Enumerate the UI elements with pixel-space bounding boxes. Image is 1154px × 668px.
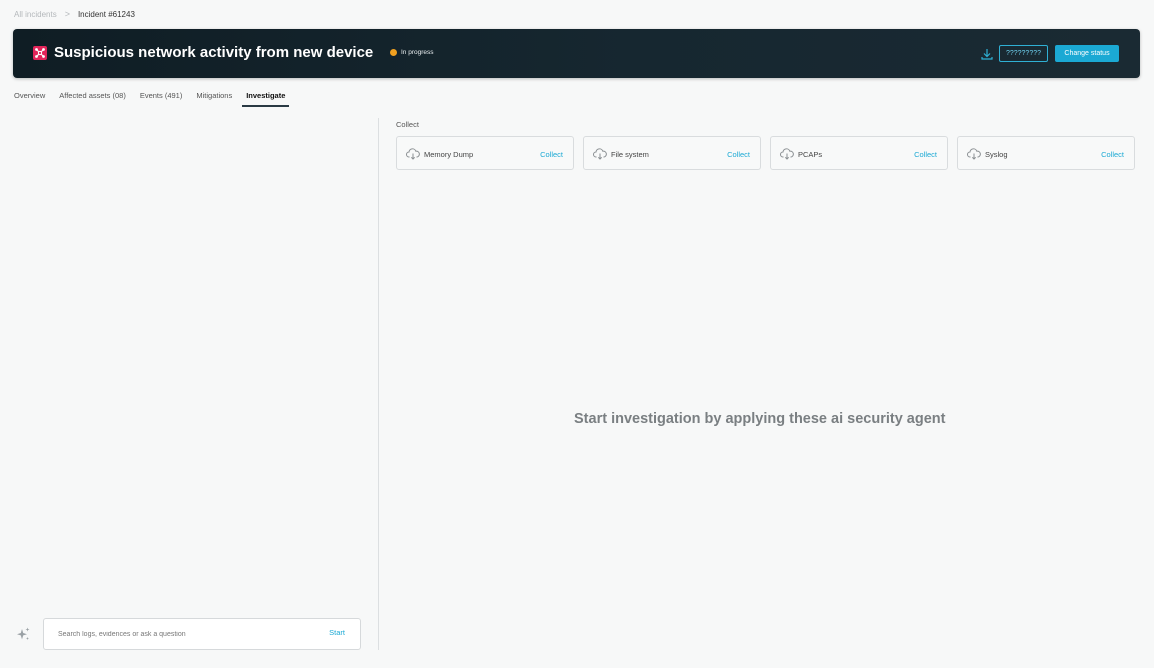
collect-item-label: Syslog <box>985 150 1008 159</box>
tab-investigate[interactable]: Investigate <box>242 91 290 107</box>
breadcrumb: All incidents > Incident #61243 <box>14 9 135 19</box>
collect-section-label: Collect <box>396 120 419 129</box>
tab-events[interactable]: Events (491) <box>140 91 183 107</box>
search-box: Start <box>43 618 361 650</box>
collect-cards: Memory Dump Collect File system Collect … <box>396 136 1135 170</box>
collect-card-file-system: File system Collect <box>583 136 761 170</box>
breadcrumb-all-incidents-link[interactable]: All incidents <box>14 10 57 19</box>
start-button[interactable]: Start <box>329 628 345 637</box>
status-dot-icon <box>390 49 397 56</box>
panel-divider <box>378 118 379 650</box>
tab-bar: Overview Affected assets (08) Events (49… <box>14 91 290 107</box>
alert-network-icon <box>33 46 47 60</box>
collect-pcaps-button[interactable]: Collect <box>914 150 937 159</box>
tab-overview[interactable]: Overview <box>14 91 45 107</box>
collect-file-system-button[interactable]: Collect <box>727 150 750 159</box>
cloud-download-icon <box>967 148 981 160</box>
cloud-download-icon <box>593 148 607 160</box>
collect-item-label: Memory Dump <box>424 150 474 159</box>
collect-memory-dump-button[interactable]: Collect <box>540 150 563 159</box>
collect-syslog-button[interactable]: Collect <box>1101 150 1124 159</box>
collect-card-memory-dump: Memory Dump Collect <box>396 136 574 170</box>
empty-state-message: Start investigation by applying these ai… <box>574 411 946 427</box>
status-badge: In progress <box>390 49 434 56</box>
collect-item-label: PCAPs <box>798 150 823 159</box>
breadcrumb-separator: > <box>64 9 70 19</box>
status-label: In progress <box>401 49 434 56</box>
incident-header: Suspicious network activity from new dev… <box>13 29 1140 78</box>
collect-card-pcaps: PCAPs Collect <box>770 136 948 170</box>
download-icon[interactable] <box>979 46 995 62</box>
cloud-download-icon <box>780 148 794 160</box>
collect-card-syslog: Syslog Collect <box>957 136 1135 170</box>
sparkle-icon <box>17 627 30 640</box>
search-input[interactable] <box>58 628 298 640</box>
cloud-download-icon <box>406 148 420 160</box>
secondary-action-button[interactable]: ????????? <box>999 45 1048 62</box>
incident-title: Suspicious network activity from new dev… <box>54 44 374 61</box>
collect-item-label: File system <box>611 150 649 159</box>
tab-mitigations[interactable]: Mitigations <box>196 91 232 107</box>
change-status-button[interactable]: Change status <box>1055 45 1119 62</box>
breadcrumb-current: Incident #61243 <box>77 9 135 19</box>
tab-affected-assets[interactable]: Affected assets (08) <box>59 91 126 107</box>
